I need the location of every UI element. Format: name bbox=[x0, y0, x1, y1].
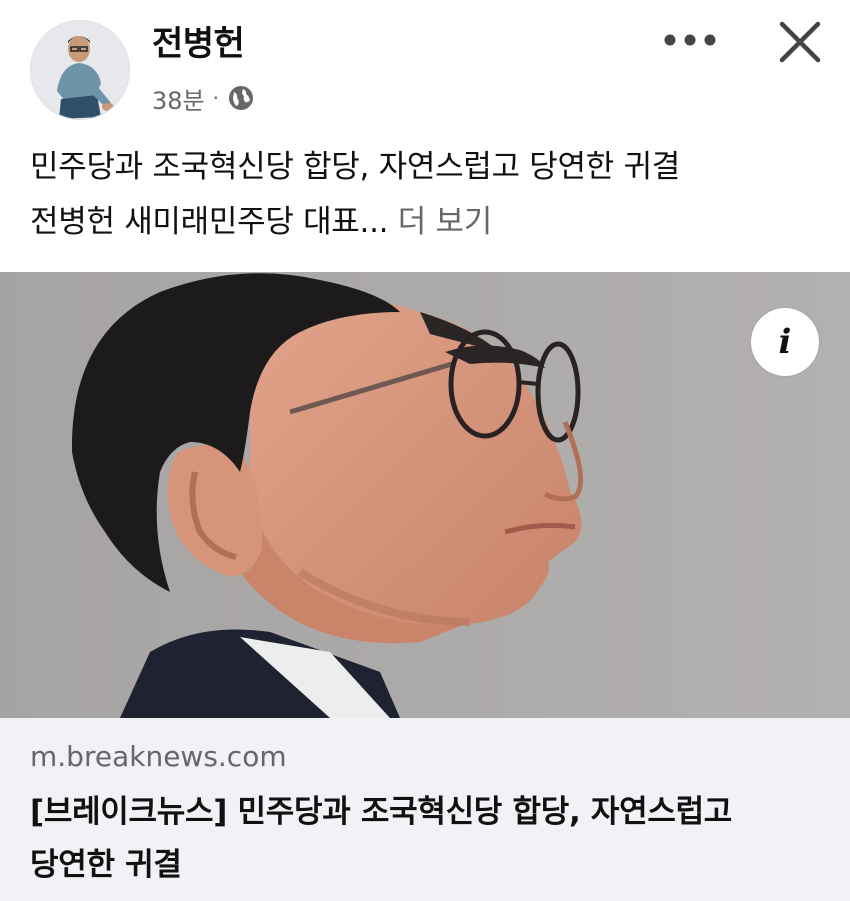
close-button[interactable] bbox=[770, 12, 830, 72]
link-caption[interactable]: m.breaknews.com [브레이크뉴스] 민주당과 조국혁신당 합당, … bbox=[0, 718, 850, 901]
meta-separator: · bbox=[212, 86, 219, 110]
globe-icon bbox=[227, 84, 255, 112]
close-icon bbox=[779, 21, 821, 63]
author-avatar[interactable] bbox=[30, 20, 130, 120]
facebook-post: 전병헌 38분 · 민주당과 조국혁신당 합당, 자연스럽고 당연한 귀결 전병… bbox=[0, 0, 850, 901]
info-button[interactable]: i bbox=[751, 308, 819, 376]
more-options-icon bbox=[664, 34, 716, 46]
avatar-photo bbox=[31, 21, 129, 119]
portrait-photo bbox=[0, 272, 850, 718]
see-more-link[interactable]: 더 보기 bbox=[398, 204, 493, 240]
post-text-line-2: 전병헌 새미래민주당 대표... 더 보기 bbox=[30, 195, 830, 250]
info-icon: i bbox=[778, 322, 792, 362]
post-text-truncated: 전병헌 새미래민주당 대표... bbox=[30, 204, 389, 240]
author-name[interactable]: 전병헌 bbox=[152, 16, 245, 65]
post-text-line-1: 민주당과 조국혁신당 합당, 자연스럽고 당연한 귀결 bbox=[30, 149, 680, 185]
link-preview-image[interactable] bbox=[0, 272, 850, 718]
post-meta: 38분 · bbox=[152, 80, 255, 116]
link-title-line-2: 당연한 귀결 bbox=[30, 847, 182, 883]
post-header: 전병헌 38분 · bbox=[0, 0, 850, 140]
link-domain: m.breaknews.com bbox=[30, 740, 287, 773]
more-options-button[interactable] bbox=[660, 22, 720, 58]
post-text: 민주당과 조국혁신당 합당, 자연스럽고 당연한 귀결 전병헌 새미래민주당 대… bbox=[30, 140, 830, 250]
post-time[interactable]: 38분 bbox=[152, 81, 205, 116]
link-title-line-1: [브레이크뉴스] 민주당과 조국혁신당 합당, 자연스럽고 bbox=[30, 794, 733, 830]
link-title: [브레이크뉴스] 민주당과 조국혁신당 합당, 자연스럽고 당연한 귀결 bbox=[30, 786, 810, 892]
